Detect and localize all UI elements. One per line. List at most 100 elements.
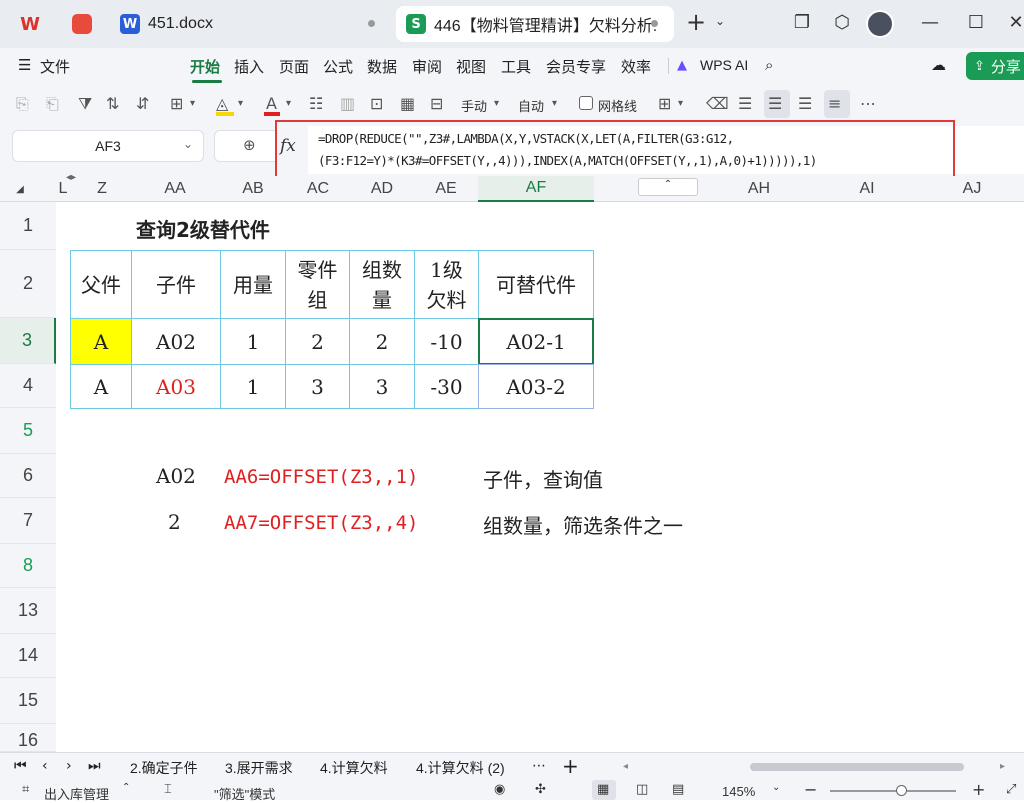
col-header-AE[interactable]: AE <box>414 176 478 202</box>
zoom-in-icon[interactable]: + <box>972 780 985 799</box>
clear-format-icon[interactable]: ⌫ <box>706 94 729 113</box>
chevron-down-icon[interactable]: ▾ <box>190 98 195 109</box>
zoom-level[interactable]: 145% <box>722 784 755 799</box>
header-cell-qty[interactable]: 用量 <box>220 250 286 319</box>
wrap-text-icon[interactable]: ☷ <box>309 94 323 113</box>
cell-qty[interactable]: 1 <box>220 318 286 365</box>
align-right-icon[interactable]: ☰ <box>798 94 812 113</box>
scroll-left-icon[interactable]: ◂ <box>623 761 628 772</box>
zoom-out-icon[interactable]: − <box>804 780 817 799</box>
chevron-down-icon[interactable]: ▾ <box>552 98 557 109</box>
header-cell-group-qty[interactable]: 组数量 <box>349 250 415 319</box>
next-sheet-icon[interactable]: › <box>66 758 72 774</box>
col-header-AI[interactable]: AI <box>814 176 920 202</box>
cell-group-qty[interactable]: 2 <box>349 318 415 365</box>
cell-parent[interactable]: A <box>70 318 132 365</box>
prev-sheet-icon[interactable]: ‹ <box>42 758 48 774</box>
page-layout-icon[interactable]: ◫ <box>636 782 648 797</box>
avatar[interactable] <box>866 10 894 38</box>
align-left-icon[interactable]: ☰ <box>738 94 752 113</box>
header-cell-group[interactable]: 零件组 <box>285 250 350 319</box>
borders-icon[interactable]: ⊞ <box>170 94 183 113</box>
menu-insert[interactable]: 插入 <box>234 56 264 77</box>
sheet-title[interactable]: 查询2级替代件 <box>136 214 270 243</box>
menu-home[interactable]: 开始 <box>190 56 220 77</box>
conditional-format-icon[interactable]: ⊞ <box>658 94 671 113</box>
cell-child[interactable]: A02 <box>131 318 221 365</box>
eye-icon[interactable]: ◉ <box>494 782 505 797</box>
menu-formula[interactable]: 公式 <box>323 56 353 77</box>
col-header-AA[interactable]: AA <box>130 176 220 202</box>
zoom-slider-thumb[interactable] <box>896 785 907 796</box>
filter-icon[interactable]: ⧩ <box>78 94 92 114</box>
col-header-AF[interactable]: AF <box>478 176 594 202</box>
cloud-sync-icon[interactable]: ☁ <box>931 56 946 74</box>
chevron-down-icon[interactable]: ▾ <box>494 98 499 109</box>
workbook-name[interactable]: 出入库管理 <box>44 784 109 803</box>
sort-desc-icon[interactable]: ⇵ <box>136 94 149 113</box>
row-header-13[interactable]: 13 <box>0 588 56 634</box>
gridlines-checkbox[interactable] <box>579 96 593 110</box>
zoom-formula-icon[interactable]: ⊕ <box>243 136 256 154</box>
chevron-down-icon[interactable]: ▾ <box>678 98 683 109</box>
cell-group-qty[interactable]: 3 <box>349 364 415 409</box>
cell-shortage[interactable]: -30 <box>414 364 479 409</box>
note2-formula[interactable]: AA7=OFFSET(Z3,,4) <box>224 512 418 534</box>
row-header-4[interactable]: 4 <box>0 364 56 408</box>
menu-file[interactable]: 文件 <box>40 56 70 77</box>
cell-group[interactable]: 3 <box>285 364 350 409</box>
menu-view[interactable]: 视图 <box>456 56 486 77</box>
freeze-icon[interactable]: ⊡ <box>370 94 383 113</box>
paste-icon[interactable]: ⎗ <box>46 94 59 114</box>
tab-close-dot[interactable] <box>651 20 658 27</box>
more-icon[interactable]: ⋯ <box>860 94 876 113</box>
row-header-3[interactable]: 3 <box>0 318 56 364</box>
maximize-icon[interactable]: ☐ <box>964 12 988 33</box>
menu-data[interactable]: 数据 <box>367 56 397 77</box>
format-painter-icon[interactable]: ⎘ <box>16 94 29 114</box>
auto-calc-button[interactable]: 自动 <box>518 96 544 115</box>
minimize-icon[interactable]: — <box>918 12 942 33</box>
header-cell-child[interactable]: 子件 <box>131 250 221 319</box>
horizontal-scrollbar[interactable] <box>750 763 964 771</box>
row-header-14[interactable]: 14 <box>0 634 56 678</box>
cell-shortage[interactable]: -10 <box>414 318 479 365</box>
first-sheet-icon[interactable]: ⏮ <box>14 758 27 774</box>
note1-desc[interactable]: 子件，查询值 <box>483 464 603 493</box>
chevron-down-icon[interactable]: ⌄ <box>772 782 780 793</box>
chevron-down-icon[interactable]: ▾ <box>286 98 291 109</box>
pdf-tab[interactable] <box>58 6 106 42</box>
chevron-down-icon[interactable]: ⌄ <box>708 14 732 28</box>
window-tile-icon[interactable]: ❐ <box>790 12 814 33</box>
row-header-16[interactable]: 16 <box>0 724 56 752</box>
menu-efficiency[interactable]: 效率 <box>621 56 651 77</box>
menu-member[interactable]: 会员专享 <box>546 56 606 77</box>
align-center-icon[interactable]: ☰ <box>768 94 782 113</box>
hamburger-icon[interactable]: ☰ <box>18 56 31 74</box>
note2-value[interactable]: 2 <box>168 510 181 534</box>
row-header-7[interactable]: 7 <box>0 498 56 544</box>
sheet-tab-2[interactable]: 3.展开需求 <box>225 758 293 778</box>
macro-icon[interactable]: ⌗ <box>22 782 29 797</box>
note2-desc[interactable]: 组数量，筛选条件之一 <box>483 510 683 539</box>
fullscreen-icon[interactable]: ⤢ <box>1006 782 1016 797</box>
sheet-tab-1[interactable]: 2.确定子件 <box>130 758 198 778</box>
col-header-AJ[interactable]: AJ <box>920 176 1024 202</box>
menu-review[interactable]: 审阅 <box>412 56 442 77</box>
cell-group[interactable]: 2 <box>285 318 350 365</box>
select-all-corner[interactable]: ◢ <box>0 176 40 202</box>
tab-spreadsheet[interactable]: S 446【物料管理精讲】欠料分析: <box>396 6 674 42</box>
header-cell-parent[interactable]: 父件 <box>70 250 132 319</box>
tab-docx[interactable]: W 451.docx <box>110 6 392 42</box>
tab-close-dot[interactable] <box>368 20 375 27</box>
new-tab-button[interactable]: + <box>684 8 708 36</box>
insert-row-icon[interactable]: ⊟ <box>430 94 443 113</box>
row-header-2[interactable]: 2 <box>0 250 56 318</box>
cell-parent[interactable]: A <box>70 364 132 409</box>
cell-qty[interactable]: 1 <box>220 364 286 409</box>
col-header-AD[interactable]: AD <box>350 176 414 202</box>
cell-alternate-selected[interactable]: A02-1 <box>478 318 594 365</box>
vertical-middle-icon[interactable]: ≡ <box>828 94 841 113</box>
zoom-slider[interactable] <box>830 790 956 792</box>
font-color-icon[interactable]: A <box>266 94 277 113</box>
